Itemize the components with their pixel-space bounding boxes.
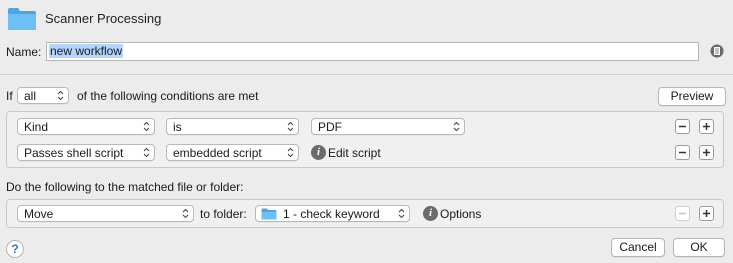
minus-icon xyxy=(679,151,686,154)
conditions-label: of the following conditions are met xyxy=(77,89,259,103)
chevron-updown-icon xyxy=(287,121,294,132)
header: Scanner Processing xyxy=(0,0,733,38)
name-value: new workflow xyxy=(49,44,124,58)
window-title: Scanner Processing xyxy=(45,11,162,26)
add-condition-button[interactable] xyxy=(699,119,714,134)
actions-heading: Do the following to the matched file or … xyxy=(6,180,244,194)
divider xyxy=(0,74,733,75)
condition-value-value: PDF xyxy=(318,120,342,134)
condition-attribute-select[interactable]: Passes shell script xyxy=(17,144,155,161)
folder-value: 1 - check keyword xyxy=(283,207,380,221)
chevron-updown-icon xyxy=(143,121,150,132)
condition-operator-value: is xyxy=(173,120,182,134)
name-label: Name: xyxy=(6,45,42,59)
add-action-button[interactable] xyxy=(699,206,714,221)
name-field[interactable]: new workflow xyxy=(46,42,699,61)
remove-condition-button[interactable] xyxy=(675,119,690,134)
chevron-updown-icon xyxy=(143,147,150,158)
action-select[interactable]: Move xyxy=(17,205,194,222)
condition-attribute-value: Kind xyxy=(24,120,49,134)
help-icon[interactable]: ? xyxy=(6,240,24,258)
condition-operator-select[interactable]: embedded script xyxy=(166,144,299,161)
chevron-updown-icon xyxy=(287,147,294,158)
folder-icon xyxy=(8,8,36,30)
chevron-updown-icon xyxy=(57,90,64,101)
remove-action-button[interactable] xyxy=(675,206,690,221)
preview-button[interactable]: Preview xyxy=(658,87,726,106)
plus-icon xyxy=(703,123,710,130)
notes-icon[interactable] xyxy=(710,44,724,58)
condition-operator-value: embedded script xyxy=(173,146,262,160)
condition-attribute-value: Passes shell script xyxy=(24,146,124,160)
if-label: If xyxy=(6,89,13,103)
minus-icon xyxy=(679,125,686,128)
condition-value-select[interactable]: PDF xyxy=(311,118,465,135)
folder-select[interactable]: 1 - check keyword xyxy=(255,205,410,222)
info-icon[interactable]: i xyxy=(311,145,326,160)
match-mode-select[interactable]: all xyxy=(17,87,69,104)
chevron-updown-icon xyxy=(182,208,189,219)
folder-icon xyxy=(261,208,277,220)
remove-condition-button[interactable] xyxy=(675,145,690,160)
chevron-updown-icon xyxy=(453,121,460,132)
cancel-button[interactable]: Cancel xyxy=(611,238,665,257)
options-link[interactable]: Options xyxy=(440,207,481,221)
chevron-updown-icon xyxy=(398,208,405,219)
plus-icon xyxy=(703,149,710,156)
action-value: Move xyxy=(24,207,54,221)
condition-attribute-select[interactable]: Kind xyxy=(17,118,155,135)
minus-icon xyxy=(679,212,686,215)
to-folder-label: to folder: xyxy=(200,207,247,221)
add-condition-button[interactable] xyxy=(699,145,714,160)
condition-operator-select[interactable]: is xyxy=(166,118,299,135)
plus-icon xyxy=(703,210,710,217)
edit-script-link[interactable]: Edit script xyxy=(328,146,381,160)
info-icon[interactable]: i xyxy=(423,206,438,221)
match-mode-value: all xyxy=(24,89,37,103)
ok-button[interactable]: OK xyxy=(673,238,725,257)
